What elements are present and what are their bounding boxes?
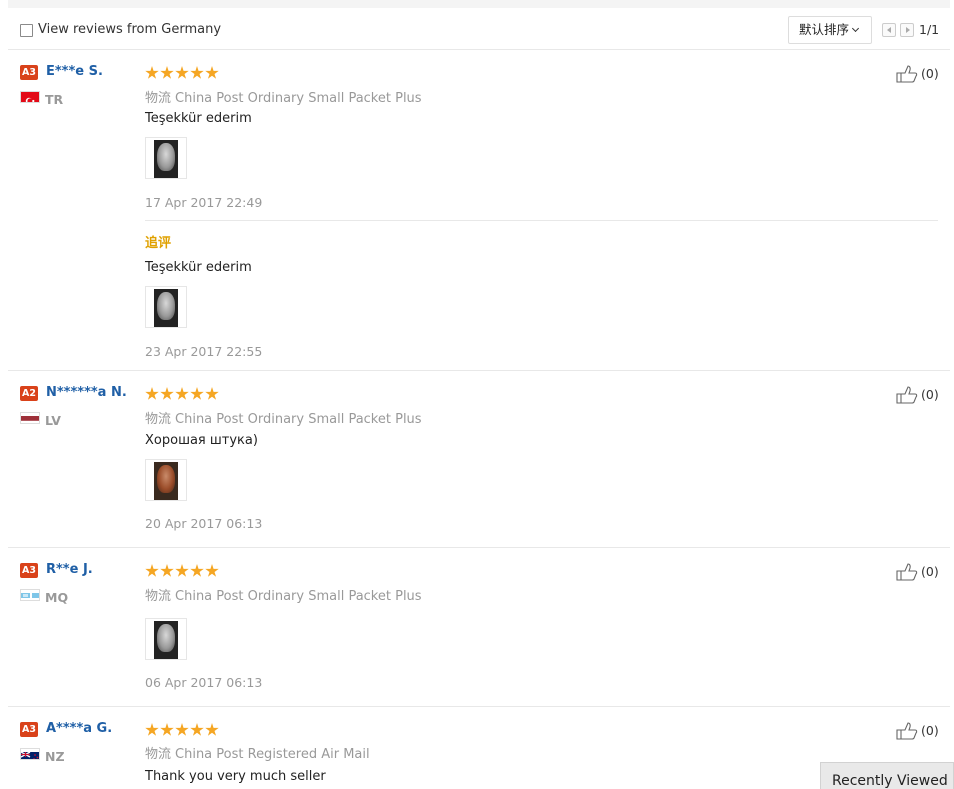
shipping-prefix: 物流	[145, 91, 172, 106]
star-icon	[145, 723, 159, 736]
star-icon	[175, 723, 189, 736]
star-icon	[205, 564, 219, 577]
tr-flag-icon	[20, 91, 40, 103]
star-rating	[145, 65, 220, 79]
review-date: 17 Apr 2017 22:49	[145, 195, 263, 210]
shipping-method: 物流 China Post Ordinary Small Packet Plus	[145, 585, 422, 604]
recently-viewed-label: Recently Viewed	[832, 773, 948, 789]
shipping-name: China Post Ordinary Small Packet Plus	[175, 589, 422, 604]
next-page-button[interactable]	[900, 23, 914, 37]
review-photo[interactable]	[145, 137, 187, 179]
star-icon	[145, 66, 159, 79]
star-icon	[190, 723, 204, 736]
star-icon	[160, 564, 174, 577]
star-icon	[205, 723, 219, 736]
country-code: NZ	[45, 749, 65, 764]
sort-dropdown[interactable]: 默认排序	[788, 16, 872, 44]
star-icon	[160, 66, 174, 79]
star-icon	[190, 387, 204, 400]
review-date: 20 Apr 2017 06:13	[145, 516, 263, 531]
buyer-level-badge: A3	[20, 563, 38, 578]
page-indicator: 1/1	[919, 22, 940, 37]
mq-flag-icon	[20, 589, 40, 601]
helpful-count: (0)	[921, 723, 939, 738]
star-icon	[145, 564, 159, 577]
reviewer-name[interactable]: N******a N.	[46, 385, 127, 400]
star-icon	[160, 723, 174, 736]
helpful-count: (0)	[921, 564, 939, 579]
thumbs-up-icon	[896, 722, 918, 740]
followup-date: 23 Apr 2017 22:55	[145, 344, 263, 359]
helpful-button[interactable]: (0)	[896, 65, 942, 83]
reviews-toolbar: View reviews from Germany 默认排序 1/1	[8, 8, 950, 50]
star-rating	[145, 386, 220, 400]
review-text: Teşekkür ederim	[145, 111, 252, 126]
filter-label[interactable]: View reviews from Germany	[38, 22, 221, 37]
helpful-count: (0)	[921, 387, 939, 402]
buyer-level-badge: A3	[20, 722, 38, 737]
star-icon	[175, 66, 189, 79]
buyer-level-badge: A2	[20, 386, 38, 401]
followup-text: Teşekkür ederim	[145, 260, 252, 275]
top-strip	[8, 0, 950, 8]
shipping-prefix: 物流	[145, 747, 172, 762]
review-item: A2 N******a N. LV 物流 China Post Ordinary …	[8, 371, 950, 548]
sort-label: 默认排序	[799, 22, 850, 37]
thumbs-up-icon	[896, 386, 918, 404]
star-icon	[160, 387, 174, 400]
helpful-button[interactable]: (0)	[896, 563, 942, 581]
star-icon	[205, 66, 219, 79]
review-date: 06 Apr 2017 06:13	[145, 675, 263, 690]
filter-checkbox[interactable]	[20, 24, 33, 37]
review-text: Thank you very much seller	[145, 769, 326, 784]
star-rating	[145, 563, 220, 577]
star-rating	[145, 722, 220, 736]
star-icon	[190, 564, 204, 577]
reviewer-name[interactable]: R**e J.	[46, 562, 93, 577]
followup-divider	[145, 220, 938, 221]
country-code: TR	[45, 92, 64, 107]
country-code: MQ	[45, 590, 69, 605]
prev-page-button[interactable]	[882, 23, 896, 37]
star-icon	[205, 387, 219, 400]
helpful-count: (0)	[921, 66, 939, 81]
country-code: LV	[45, 413, 61, 428]
shipping-name: China Post Ordinary Small Packet Plus	[175, 412, 422, 427]
shipping-prefix: 物流	[145, 589, 172, 604]
chevron-down-icon	[851, 24, 860, 33]
review-item: A3 E***e S. TR 物流 China Post Ordinary Sma…	[8, 50, 950, 371]
review-photo[interactable]	[145, 459, 187, 501]
followup-photo[interactable]	[145, 286, 187, 328]
reviewer-name[interactable]: A****a G.	[46, 721, 112, 736]
review-item: A3 A****a G. NZ 物流 China Post Registered …	[8, 707, 950, 789]
star-icon	[175, 387, 189, 400]
star-icon	[190, 66, 204, 79]
review-text: Хорошая штука)	[145, 433, 258, 448]
star-icon	[175, 564, 189, 577]
lv-flag-icon	[20, 412, 40, 424]
shipping-method: 物流 China Post Ordinary Small Packet Plus	[145, 408, 422, 427]
recently-viewed-tab[interactable]: Recently Viewed	[820, 762, 954, 789]
shipping-method: 物流 China Post Registered Air Mail	[145, 743, 370, 762]
followup-label: 追评	[145, 236, 172, 251]
reviewer-name[interactable]: E***e S.	[46, 64, 103, 79]
shipping-name: China Post Registered Air Mail	[175, 747, 370, 762]
shipping-method: 物流 China Post Ordinary Small Packet Plus	[145, 87, 422, 106]
buyer-level-badge: A3	[20, 65, 38, 80]
thumbs-up-icon	[896, 563, 918, 581]
review-item: A3 R**e J. MQ 物流 China Post Ordinary Smal…	[8, 548, 950, 707]
star-icon	[145, 387, 159, 400]
thumbs-up-icon	[896, 65, 918, 83]
shipping-name: China Post Ordinary Small Packet Plus	[175, 91, 422, 106]
nz-flag-icon	[20, 748, 40, 760]
helpful-button[interactable]: (0)	[896, 722, 942, 740]
review-photo[interactable]	[145, 618, 187, 660]
shipping-prefix: 物流	[145, 412, 172, 427]
helpful-button[interactable]: (0)	[896, 386, 942, 404]
